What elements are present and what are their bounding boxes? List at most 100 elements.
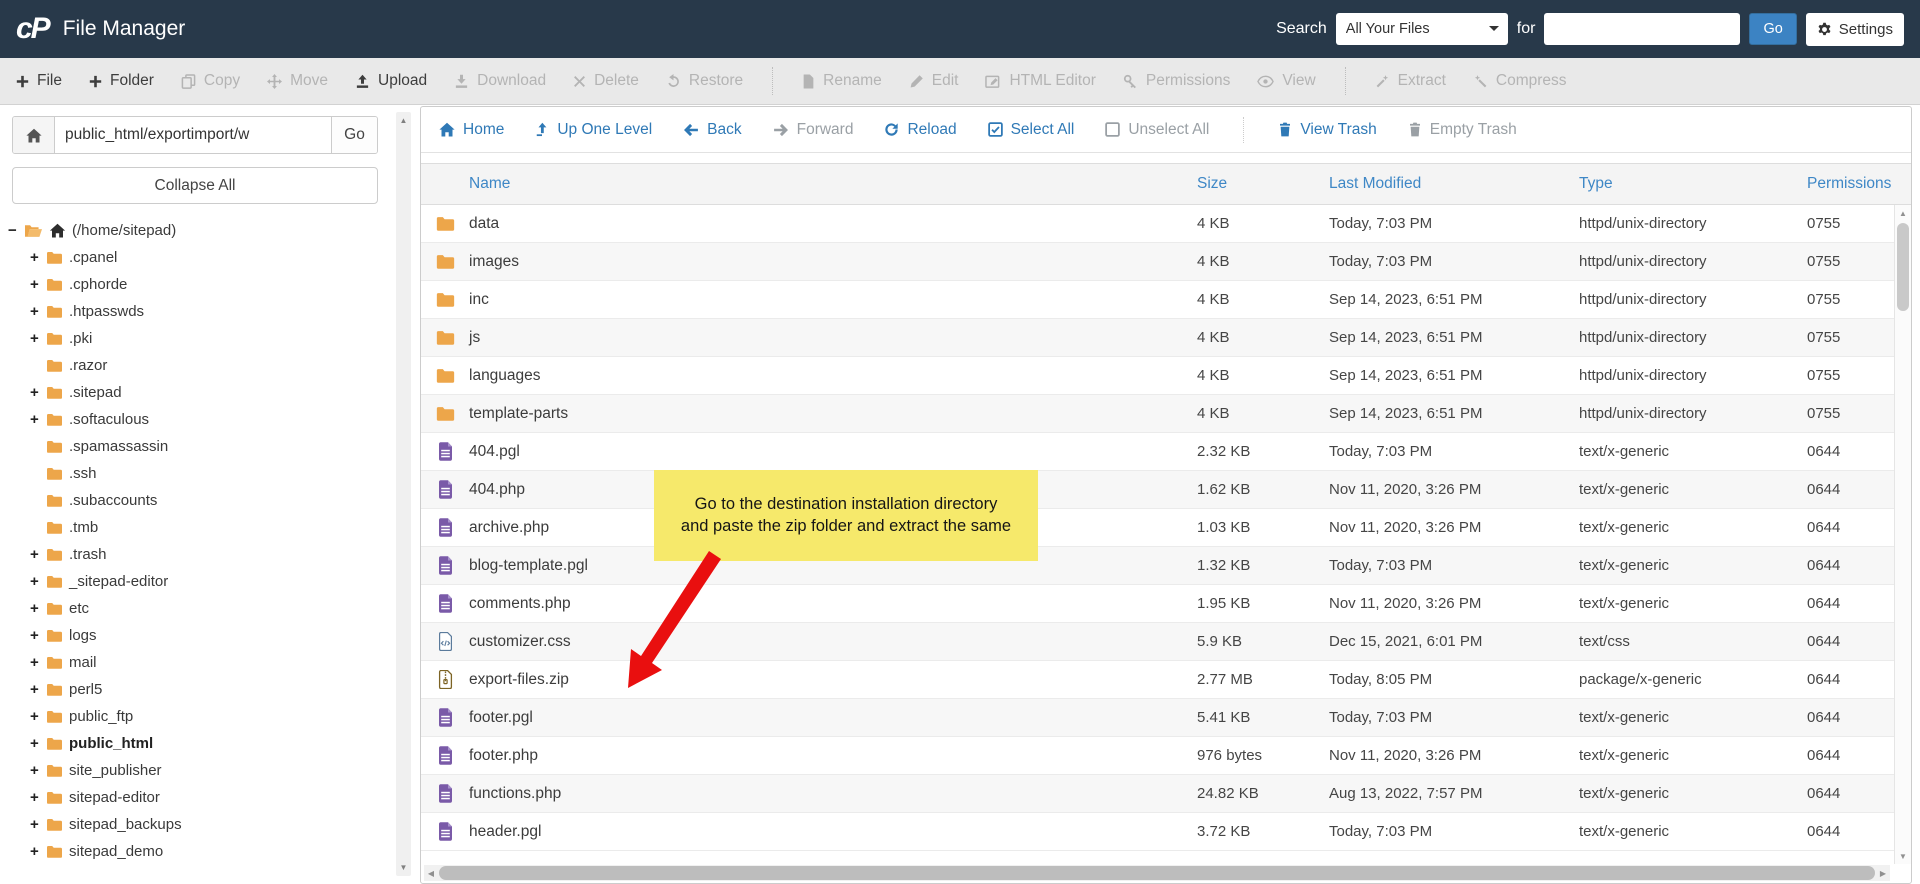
file-row-export-files-zip[interactable]: export-files.zip 2.77 MB Today, 8:05 PM pac…	[421, 661, 1911, 699]
tree-item-htpasswds[interactable]: + .htpasswds	[0, 298, 396, 325]
tree-expander-icon[interactable]: +	[30, 384, 46, 401]
tree-item-razor[interactable]: .razor	[0, 352, 396, 379]
settings-button[interactable]: Settings	[1805, 12, 1904, 46]
file-row-footer-pgl[interactable]: footer.pgl 5.41 KB Today, 7:03 PM text/x-ge…	[421, 699, 1911, 737]
tree-expander-icon[interactable]: +	[30, 573, 46, 590]
tree-expander-icon[interactable]: +	[30, 249, 46, 266]
tree-scrollbar[interactable]: ▲ ▼	[396, 112, 411, 876]
tree-item-cpanel[interactable]: + .cpanel	[0, 244, 396, 271]
tree-item-site-publisher[interactable]: + site_publisher	[0, 757, 396, 784]
file-row-customizer-css[interactable]: customizer.css 5.9 KB Dec 15, 2021, 6:01 P…	[421, 623, 1911, 661]
folder-row-template-parts[interactable]: template-parts 4 KB Sep 14, 2023, 6:51 PM h…	[421, 395, 1911, 433]
tree-item-sitepad-backups[interactable]: + sitepad_backups	[0, 811, 396, 838]
nav-home-button[interactable]: Home	[439, 121, 504, 139]
copy-icon	[181, 73, 196, 89]
toolbar-label: Move	[290, 72, 329, 89]
tree-item-sitepad-editor[interactable]: + _sitepad-editor	[0, 568, 396, 595]
column-header-permissions[interactable]: Permissions	[1807, 175, 1911, 193]
tree-expander-icon[interactable]: +	[30, 411, 46, 428]
file-row-functions-php[interactable]: functions.php 24.82 KB Aug 13, 2022, 7:57 …	[421, 775, 1911, 813]
column-header-size[interactable]: Size	[1197, 175, 1329, 193]
column-header-type[interactable]: Type	[1579, 175, 1807, 193]
tree-expander-icon[interactable]: +	[30, 708, 46, 725]
search-input[interactable]	[1544, 13, 1741, 45]
cell-name: template-parts	[469, 404, 569, 422]
tree-item-softaculous[interactable]: + .softaculous	[0, 406, 396, 433]
scroll-up-icon[interactable]: ▲	[1895, 205, 1911, 221]
file-row-404-pgl[interactable]: 404.pgl 2.32 KB Today, 7:03 PM text/x-gener…	[421, 433, 1911, 471]
file-row-comments-php[interactable]: comments.php 1.95 KB Nov 11, 2020, 3:26 PM…	[421, 585, 1911, 623]
tree-folder-icon	[46, 332, 63, 345]
folder-row-languages[interactable]: languages 4 KB Sep 14, 2023, 6:51 PM httpd/…	[421, 357, 1911, 395]
cell-size: 5.41 KB	[1197, 709, 1251, 726]
search-go-button[interactable]: Go	[1749, 13, 1797, 45]
nav-select-all-button[interactable]: Select All	[987, 121, 1074, 139]
tree-expander-icon[interactable]: +	[30, 762, 46, 779]
tree-expander-icon[interactable]: −	[8, 222, 24, 239]
toolbar-folder-button[interactable]: Folder	[89, 72, 154, 90]
nav-reload-button[interactable]: Reload	[884, 121, 957, 139]
tree-expander-icon[interactable]: +	[30, 681, 46, 698]
nav-up-one-level-button[interactable]: Up One Level	[535, 121, 652, 139]
tree-expander-icon[interactable]: +	[30, 330, 46, 347]
tree-expander-icon[interactable]: +	[30, 276, 46, 293]
tree-expander-icon[interactable]: +	[30, 303, 46, 320]
tree-item-sitepad[interactable]: + .sitepad	[0, 379, 396, 406]
tree-expander-icon[interactable]: +	[30, 546, 46, 563]
horizontal-scrollbar[interactable]: ◀ ▶	[424, 865, 1890, 881]
tree-item-spamassassin[interactable]: .spamassassin	[0, 433, 396, 460]
tree-item-sitepad-editor[interactable]: + sitepad-editor	[0, 784, 396, 811]
tree-expander-icon[interactable]: +	[30, 627, 46, 644]
tree-expander-icon[interactable]: +	[30, 816, 46, 833]
file-row-404-php[interactable]: 404.php 1.62 KB Nov 11, 2020, 3:26 PM text/…	[421, 471, 1911, 509]
tree-item-pki[interactable]: + .pki	[0, 325, 396, 352]
folder-row-inc[interactable]: inc 4 KB Sep 14, 2023, 6:51 PM httpd/unix-d…	[421, 281, 1911, 319]
scroll-left-icon[interactable]: ◀	[424, 865, 438, 881]
vertical-scrollbar[interactable]: ▲ ▼	[1894, 205, 1911, 864]
tree-item-sitepad-demo[interactable]: + sitepad_demo	[0, 838, 396, 865]
tree-item-subaccounts[interactable]: .subaccounts	[0, 487, 396, 514]
tree-item-trash[interactable]: + .trash	[0, 541, 396, 568]
folder-row-js[interactable]: js 4 KB Sep 14, 2023, 6:51 PM httpd/unix-di…	[421, 319, 1911, 357]
tree-scroll-up-icon[interactable]: ▲	[396, 113, 411, 128]
tree-item-tmb[interactable]: .tmb	[0, 514, 396, 541]
tree-item-perl5[interactable]: + perl5	[0, 676, 396, 703]
scroll-right-icon[interactable]: ▶	[1876, 865, 1890, 881]
collapse-all-button[interactable]: Collapse All	[12, 167, 378, 204]
tree-scroll-down-icon[interactable]: ▼	[396, 860, 411, 875]
tree-item-ssh[interactable]: .ssh	[0, 460, 396, 487]
folder-row-data[interactable]: data 4 KB Today, 7:03 PM httpd/unix-directo…	[421, 205, 1911, 243]
tree-item-mail[interactable]: + mail	[0, 649, 396, 676]
tree-item-public-html[interactable]: + public_html	[0, 730, 396, 757]
horizontal-scroll-thumb[interactable]	[439, 866, 1875, 880]
file-row-header-pgl[interactable]: header.pgl 3.72 KB Today, 7:03 PM text/x-ge…	[421, 813, 1911, 851]
file-row-archive-php[interactable]: archive.php 1.03 KB Nov 11, 2020, 3:26 PM t…	[421, 509, 1911, 547]
nav-back-button[interactable]: Back	[683, 121, 742, 139]
nav-view-trash-button[interactable]: View Trash	[1278, 121, 1377, 139]
file-row-blog-template-pgl[interactable]: blog-template.pgl 1.32 KB Today, 7:03 PM te…	[421, 547, 1911, 585]
path-input[interactable]	[55, 117, 331, 153]
path-go-button[interactable]: Go	[331, 117, 377, 153]
folder-row-images[interactable]: images 4 KB Today, 7:03 PM httpd/unix-direc…	[421, 243, 1911, 281]
file-row-footer-php[interactable]: footer.php 976 bytes Nov 11, 2020, 3:26 PM…	[421, 737, 1911, 775]
tree-expander-icon[interactable]: +	[30, 735, 46, 752]
tree-item-cphorde[interactable]: + .cphorde	[0, 271, 396, 298]
scroll-down-icon[interactable]: ▼	[1895, 848, 1911, 864]
column-header-last-modified[interactable]: Last Modified	[1329, 175, 1579, 193]
toolbar-upload-button[interactable]: Upload	[355, 72, 427, 90]
settings-label: Settings	[1838, 20, 1893, 38]
tree-item-logs[interactable]: + logs	[0, 622, 396, 649]
vertical-scroll-thumb[interactable]	[1897, 223, 1909, 311]
tree-expander-icon[interactable]: +	[30, 654, 46, 671]
toolbar-file-button[interactable]: File	[16, 72, 62, 90]
unselect-all-icon	[1105, 122, 1121, 137]
tree-expander-icon[interactable]: +	[30, 843, 46, 860]
tree-expander-icon[interactable]: +	[30, 600, 46, 617]
tree-expander-icon[interactable]: +	[30, 789, 46, 806]
column-header-name[interactable]: Name	[469, 175, 1197, 193]
tree-item-home-sitepad[interactable]: − (/home/sitepad)	[0, 217, 396, 244]
tree-item-etc[interactable]: + etc	[0, 595, 396, 622]
search-scope-select[interactable]: All Your Files	[1335, 13, 1508, 45]
path-home-button[interactable]	[13, 117, 55, 153]
tree-item-public-ftp[interactable]: + public_ftp	[0, 703, 396, 730]
